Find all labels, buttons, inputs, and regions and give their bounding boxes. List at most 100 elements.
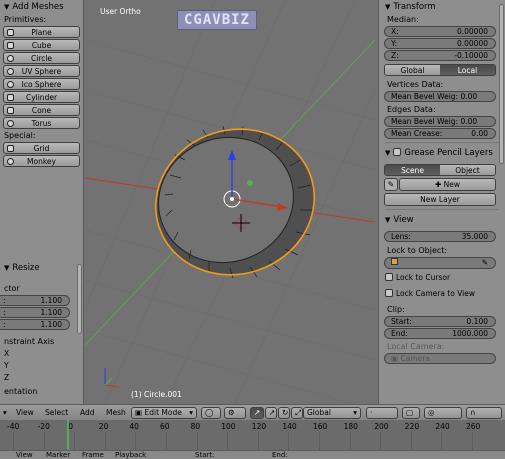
scale-toggle[interactable]: ⤢ — [291, 407, 303, 419]
footer-marker[interactable]: Marker — [46, 451, 70, 459]
proportional-edit[interactable]: ◎ — [424, 407, 462, 419]
collapse-triangle-icon[interactable]: ▼ — [385, 146, 390, 160]
footer-view[interactable]: View — [16, 451, 33, 459]
object-option[interactable]: Object — [440, 165, 495, 175]
constraint-axis-y[interactable]: Y — [0, 360, 83, 372]
resize-vector-field[interactable]: : 1.100 — [0, 307, 70, 318]
lock-camera-checkbox[interactable] — [385, 289, 393, 297]
grease-pencil-header[interactable]: ▼ Grease Pencil Layers — [379, 146, 505, 160]
shading-selector[interactable]: ◯ — [201, 407, 221, 419]
right-scrollbar[interactable] — [499, 4, 504, 164]
3d-viewport[interactable]: User Ortho CGAVBIZ (1) Circle.001 — [85, 0, 375, 404]
grease-pencil-checkbox[interactable] — [393, 148, 402, 156]
select-mode-buttons[interactable]: · — [366, 407, 398, 419]
watermark-logo: CGAVBIZ — [177, 10, 257, 30]
footer-start[interactable]: Start: — [195, 451, 214, 459]
scene-object-toggle[interactable]: Scene Object — [384, 164, 496, 176]
add-cube-button[interactable]: Cube — [3, 39, 80, 51]
view-header[interactable]: ▼ View — [379, 213, 505, 227]
field-label: Y: — [391, 39, 398, 48]
magnet-icon: ∩ — [470, 408, 476, 417]
timeline-tick-label: 40 — [129, 422, 139, 431]
resize-header[interactable]: ▼ Resize — [0, 262, 83, 275]
timeline-gridline — [166, 432, 167, 450]
constraint-axis-z[interactable]: Z — [0, 372, 83, 384]
current-frame-marker[interactable] — [67, 420, 69, 450]
left-scrollbar[interactable] — [77, 264, 82, 334]
timeline[interactable]: -40 -20 0 20 40 60 80 100 120 140 160 180 200 220 240 2… — [0, 420, 505, 450]
add-uv-sphere-button[interactable]: UV Sphere — [3, 65, 80, 77]
vector-label: ctor — [4, 284, 20, 293]
scene-option[interactable]: Scene — [385, 165, 440, 175]
add-cylinder-button[interactable]: Cylinder — [3, 91, 80, 103]
circle-icon — [7, 55, 14, 62]
add-monkey-button[interactable]: Monkey — [3, 155, 80, 167]
active-object-label: (1) Circle.001 — [131, 390, 182, 399]
pencil-icon[interactable]: ✎ — [384, 178, 398, 191]
editor-type-icon[interactable]: ▾ — [3, 408, 7, 417]
menu-mesh[interactable]: Mesh — [106, 408, 126, 417]
translate-toggle[interactable]: ↗ — [265, 407, 277, 419]
field-label: : — [3, 320, 6, 329]
add-cone-button[interactable]: Cone — [3, 104, 80, 116]
add-circle-button[interactable]: Circle — [3, 52, 80, 64]
median-label: Median: — [387, 15, 419, 24]
snap-controls[interactable]: ∩ — [466, 407, 502, 419]
timeline-gridline — [380, 432, 382, 450]
median-x-field[interactable]: X: 0.00000 — [384, 26, 496, 37]
collapse-triangle-icon[interactable]: ▼ — [385, 0, 390, 14]
field-label: : — [3, 296, 6, 305]
vertices-bevel-weight-field[interactable]: Mean Bevel Weig: 0.00 — [384, 91, 496, 102]
field-value: -0.10000 — [454, 51, 488, 60]
collapse-triangle-icon[interactable]: ▼ — [4, 262, 9, 275]
median-z-field[interactable]: Z: -0.10000 — [384, 50, 496, 61]
mean-crease-field[interactable]: Mean Crease: 0.00 — [384, 128, 496, 139]
footer-playback[interactable]: Playback — [115, 451, 146, 459]
resize-vector-field[interactable]: : 1.100 — [0, 295, 70, 306]
lens-field[interactable]: Lens: 35.000 — [384, 231, 496, 242]
collapse-triangle-icon[interactable]: ▼ — [385, 213, 390, 227]
menu-select[interactable]: Select — [45, 408, 68, 417]
field-label: X: — [391, 27, 399, 36]
clip-end-field[interactable]: End: 1000.000 — [384, 328, 496, 339]
pivot-selector[interactable]: ⚙ — [224, 407, 246, 419]
add-torus-button[interactable]: Torus — [3, 117, 80, 129]
footer-frame[interactable]: Frame — [82, 451, 104, 459]
footer-end[interactable]: End: — [272, 451, 288, 459]
manipulator-toggle[interactable]: ↗ — [250, 407, 264, 419]
resize-vector-field[interactable]: : 1.100 — [0, 319, 70, 330]
occlude-toggle[interactable]: ▢ — [402, 407, 420, 419]
vertices-data-label: Vertices Data: — [387, 80, 444, 89]
add-plane-button[interactable]: Plane — [3, 26, 80, 38]
plus-icon: ✚ — [434, 180, 444, 189]
add-meshes-header[interactable]: ▼ Add Meshes — [0, 0, 83, 14]
vertex-select-icon: · — [370, 408, 373, 417]
collapse-triangle-icon[interactable]: ▼ — [4, 0, 9, 14]
global-local-toggle[interactable]: Global Local — [384, 64, 496, 76]
median-y-field[interactable]: Y: 0.00000 — [384, 38, 496, 49]
manipulator-icon: ↗ — [254, 408, 261, 417]
lock-to-cursor-row[interactable]: Lock to Cursor — [379, 270, 505, 286]
eyedropper-icon[interactable]: ✎ — [482, 258, 488, 268]
local-option[interactable]: Local — [440, 65, 495, 75]
gp-new-button[interactable]: ✚ New — [399, 178, 496, 191]
divider — [385, 209, 499, 210]
timeline-gridline — [410, 432, 412, 450]
new-layer-button[interactable]: New Layer — [384, 193, 496, 206]
orientation-selector[interactable]: Global ▾ — [303, 407, 361, 419]
camera-field[interactable]: ▣ Camera — [384, 353, 496, 364]
lock-to-cursor-checkbox[interactable] — [385, 273, 393, 281]
add-ico-sphere-button[interactable]: Ico Sphere — [3, 78, 80, 90]
transform-header[interactable]: ▼ Transform — [379, 0, 505, 14]
menu-add[interactable]: Add — [80, 408, 95, 417]
lock-object-field[interactable]: ✎ — [384, 257, 496, 269]
menu-view[interactable]: View — [16, 408, 34, 417]
add-grid-button[interactable]: Grid — [3, 142, 80, 154]
global-option[interactable]: Global — [385, 65, 440, 75]
rotate-toggle[interactable]: ↻ — [278, 407, 290, 419]
clip-start-field[interactable]: Start: 0.100 — [384, 316, 496, 327]
mode-selector[interactable]: ▣ Edit Mode ▾ — [131, 407, 197, 419]
edges-bevel-weight-field[interactable]: Mean Bevel Weig: 0.00 — [384, 116, 496, 127]
constraint-axis-x[interactable]: X — [0, 348, 83, 360]
lock-camera-row[interactable]: Lock Camera to View — [379, 286, 505, 302]
